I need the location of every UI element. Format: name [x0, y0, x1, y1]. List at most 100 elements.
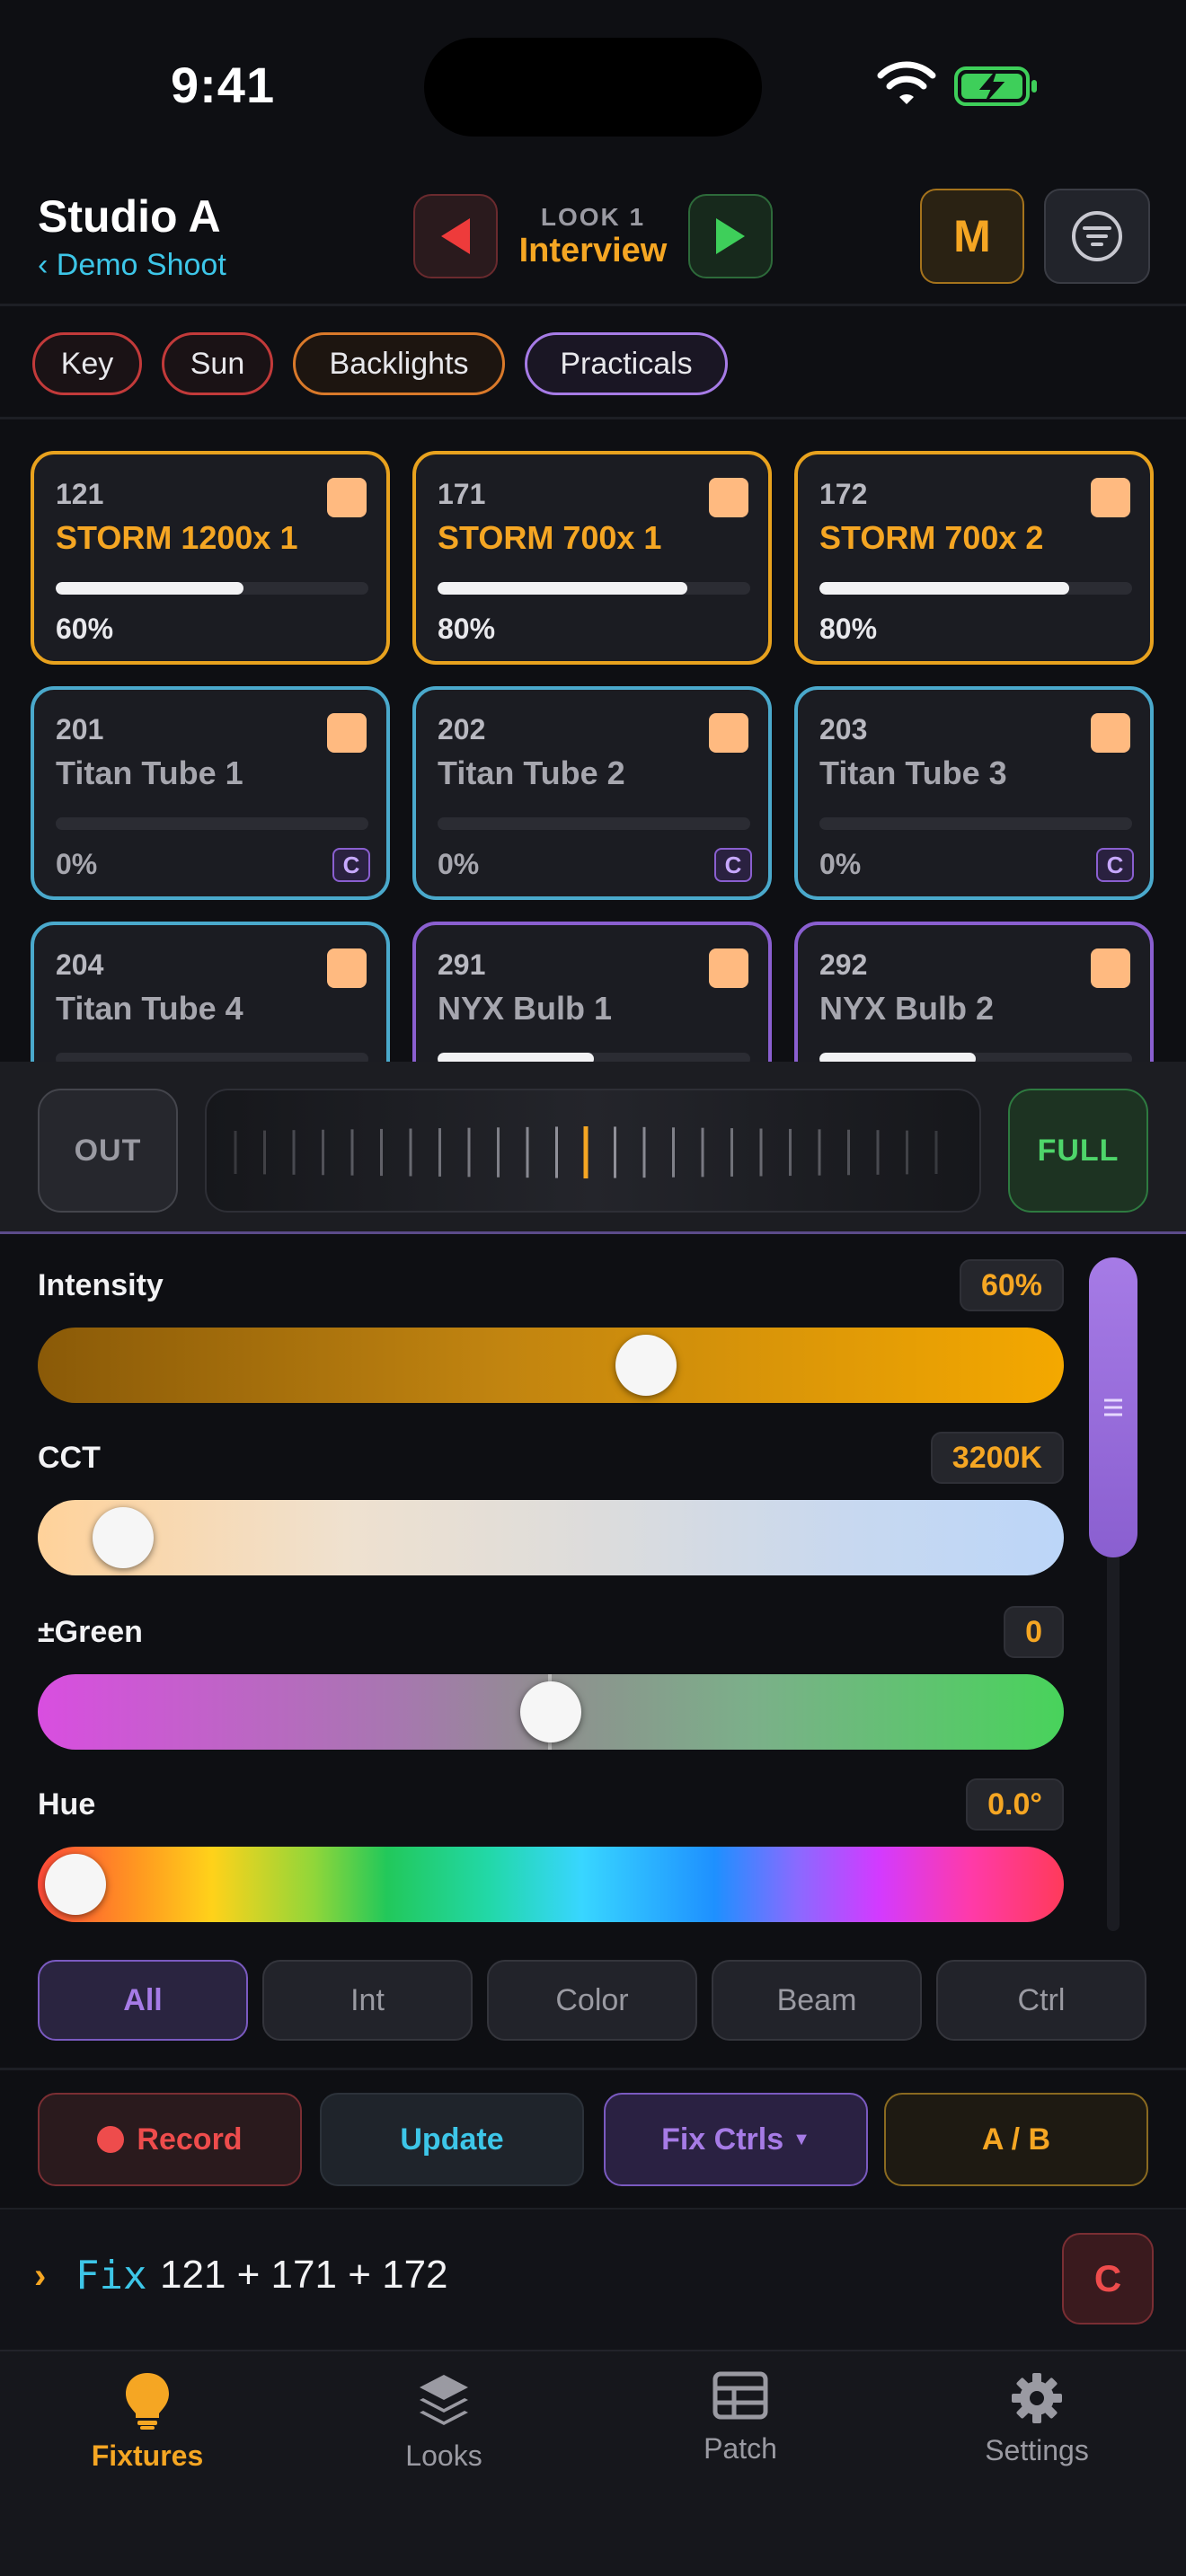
fixture-level-text: 60% — [56, 613, 114, 645]
drag-handle-icon — [1104, 1398, 1122, 1416]
fixture-tile[interactable]: 291 NYX Bulb 1 — [412, 922, 772, 1062]
hue-slider-knob[interactable] — [45, 1854, 106, 1915]
dynamic-island — [424, 38, 762, 137]
filter-tab-color[interactable]: Color — [487, 1960, 697, 2041]
group-chip-backlights[interactable]: Backlights — [293, 332, 505, 395]
group-chip-practicals[interactable]: Practicals — [525, 332, 728, 395]
param-scroll-thumb[interactable] — [1089, 1257, 1137, 1557]
next-look-button[interactable] — [688, 194, 773, 278]
group-chip-key[interactable]: Key — [32, 332, 142, 395]
fixture-level-text: 0% — [438, 848, 480, 880]
back-link[interactable]: ‹ Demo Shoot — [38, 248, 226, 283]
fixture-level-bar — [438, 1053, 750, 1062]
gear-icon — [1012, 2373, 1062, 2423]
fixture-number: 172 — [819, 478, 868, 510]
cct-value[interactable]: 3200K — [930, 1432, 1064, 1484]
filter-button[interactable] — [1044, 189, 1150, 284]
fix-ctrls-button[interactable]: Fix Ctrls ▼ — [604, 2093, 868, 2186]
hue-label: Hue — [38, 1787, 96, 1822]
fixture-tile[interactable]: 171 STORM 700x 1 80% — [412, 451, 772, 665]
filter-tab-int[interactable]: Int — [262, 1960, 473, 2041]
tab-fixtures-label: Fixtures — [91, 2439, 204, 2472]
fixture-number: 204 — [56, 948, 104, 981]
fixture-name: STORM 700x 1 — [438, 519, 662, 556]
fixture-tile[interactable]: 204 Titan Tube 4 — [31, 922, 390, 1062]
fixture-level-text: 80% — [438, 613, 496, 645]
grid-icon — [712, 2371, 768, 2420]
fixture-number: 203 — [819, 713, 868, 745]
fixture-number: 292 — [819, 948, 868, 981]
fixture-color-swatch — [709, 478, 748, 517]
fixture-number: 201 — [56, 713, 104, 745]
filter-tab-all[interactable]: All — [38, 1960, 248, 2041]
tab-patch[interactable]: Patch — [624, 2371, 857, 2466]
look-number: LOOK 1 — [540, 203, 646, 231]
tab-looks[interactable]: Looks — [327, 2371, 561, 2473]
command-text: 121 + 171 + 172 — [160, 2253, 448, 2297]
fixture-level-bar — [438, 582, 750, 595]
record-dot-icon — [97, 2126, 125, 2153]
fixture-tile[interactable]: 172 STORM 700x 2 80% — [794, 451, 1154, 665]
intensity-value[interactable]: 60% — [959, 1259, 1064, 1311]
fixture-level-fill — [56, 582, 243, 595]
fixture-level-fill — [438, 582, 688, 595]
fixture-level-bar — [819, 1053, 1132, 1062]
tab-settings[interactable]: Settings — [920, 2371, 1154, 2467]
hue-value[interactable]: 0.0° — [966, 1778, 1064, 1831]
intensity-label: Intensity — [38, 1268, 164, 1302]
cct-slider-knob[interactable] — [92, 1507, 154, 1568]
fixture-level-bar — [819, 817, 1132, 830]
fixture-color-swatch — [327, 948, 367, 988]
fixture-level-bar — [438, 817, 750, 830]
encoder-wheel[interactable] — [205, 1089, 981, 1213]
green-slider-knob[interactable] — [520, 1681, 581, 1742]
fixture-name: NYX Bulb 1 — [438, 990, 613, 1027]
battery-charging-icon — [954, 66, 1037, 106]
fixture-color-swatch — [327, 713, 367, 753]
master-mode-button[interactable]: M — [920, 189, 1024, 284]
tab-fixtures[interactable]: Fixtures — [31, 2371, 264, 2473]
intensity-slider[interactable] — [38, 1328, 1064, 1403]
hue-slider[interactable] — [38, 1847, 1064, 1922]
green-value[interactable]: 0 — [1004, 1606, 1064, 1658]
filter-tab-beam[interactable]: Beam — [712, 1960, 922, 2041]
out-button[interactable]: OUT — [38, 1089, 178, 1213]
fix-ctrls-label: Fix Ctrls — [661, 2122, 784, 2157]
previous-look-button[interactable] — [413, 194, 498, 278]
fixture-number: 291 — [438, 948, 486, 981]
filter-tab-ctrl[interactable]: Ctrl — [936, 1960, 1146, 2041]
update-button[interactable]: Update — [320, 2093, 584, 2186]
fixture-tile[interactable]: 203 Titan Tube 3 0% C — [794, 686, 1154, 900]
caret-down-icon: ▼ — [792, 2129, 810, 2149]
green-slider[interactable] — [38, 1674, 1064, 1750]
fixture-tile[interactable]: 201 Titan Tube 1 0% C — [31, 686, 390, 900]
fixture-number: 202 — [438, 713, 486, 745]
full-button[interactable]: FULL — [1008, 1089, 1148, 1213]
ab-button[interactable]: A / B — [884, 2093, 1148, 2186]
look-name: Interview — [518, 232, 668, 269]
fixture-name: Titan Tube 2 — [438, 754, 625, 791]
layers-icon — [420, 2375, 468, 2425]
command-caret-icon: › — [34, 2256, 47, 2296]
header-divider — [0, 304, 1186, 306]
fixture-name: Titan Tube 3 — [819, 754, 1007, 791]
fixture-control-badge: C — [714, 848, 752, 882]
record-button[interactable]: Record — [38, 2093, 302, 2186]
fixture-level-text: 0% — [56, 848, 98, 880]
fixture-tile[interactable]: 121 STORM 1200x 1 60% — [31, 451, 390, 665]
command-clear-button[interactable]: C — [1062, 2233, 1154, 2325]
cct-slider[interactable] — [38, 1500, 1064, 1575]
fixture-level-bar — [56, 817, 368, 830]
fixture-name: STORM 700x 2 — [819, 519, 1044, 556]
fixture-level-fill — [438, 1053, 594, 1062]
intensity-slider-knob[interactable] — [615, 1335, 677, 1396]
group-chip-sun[interactable]: Sun — [162, 332, 273, 395]
page-title: Studio A — [38, 191, 221, 242]
bulb-icon — [126, 2373, 169, 2430]
fixture-tile[interactable]: 292 NYX Bulb 2 — [794, 922, 1154, 1062]
command-keyword: Fix — [75, 2253, 147, 2298]
fixture-color-swatch — [709, 948, 748, 988]
fixture-tile[interactable]: 202 Titan Tube 2 0% C — [412, 686, 772, 900]
tab-looks-label: Looks — [405, 2439, 482, 2472]
fixture-level-bar — [56, 582, 368, 595]
